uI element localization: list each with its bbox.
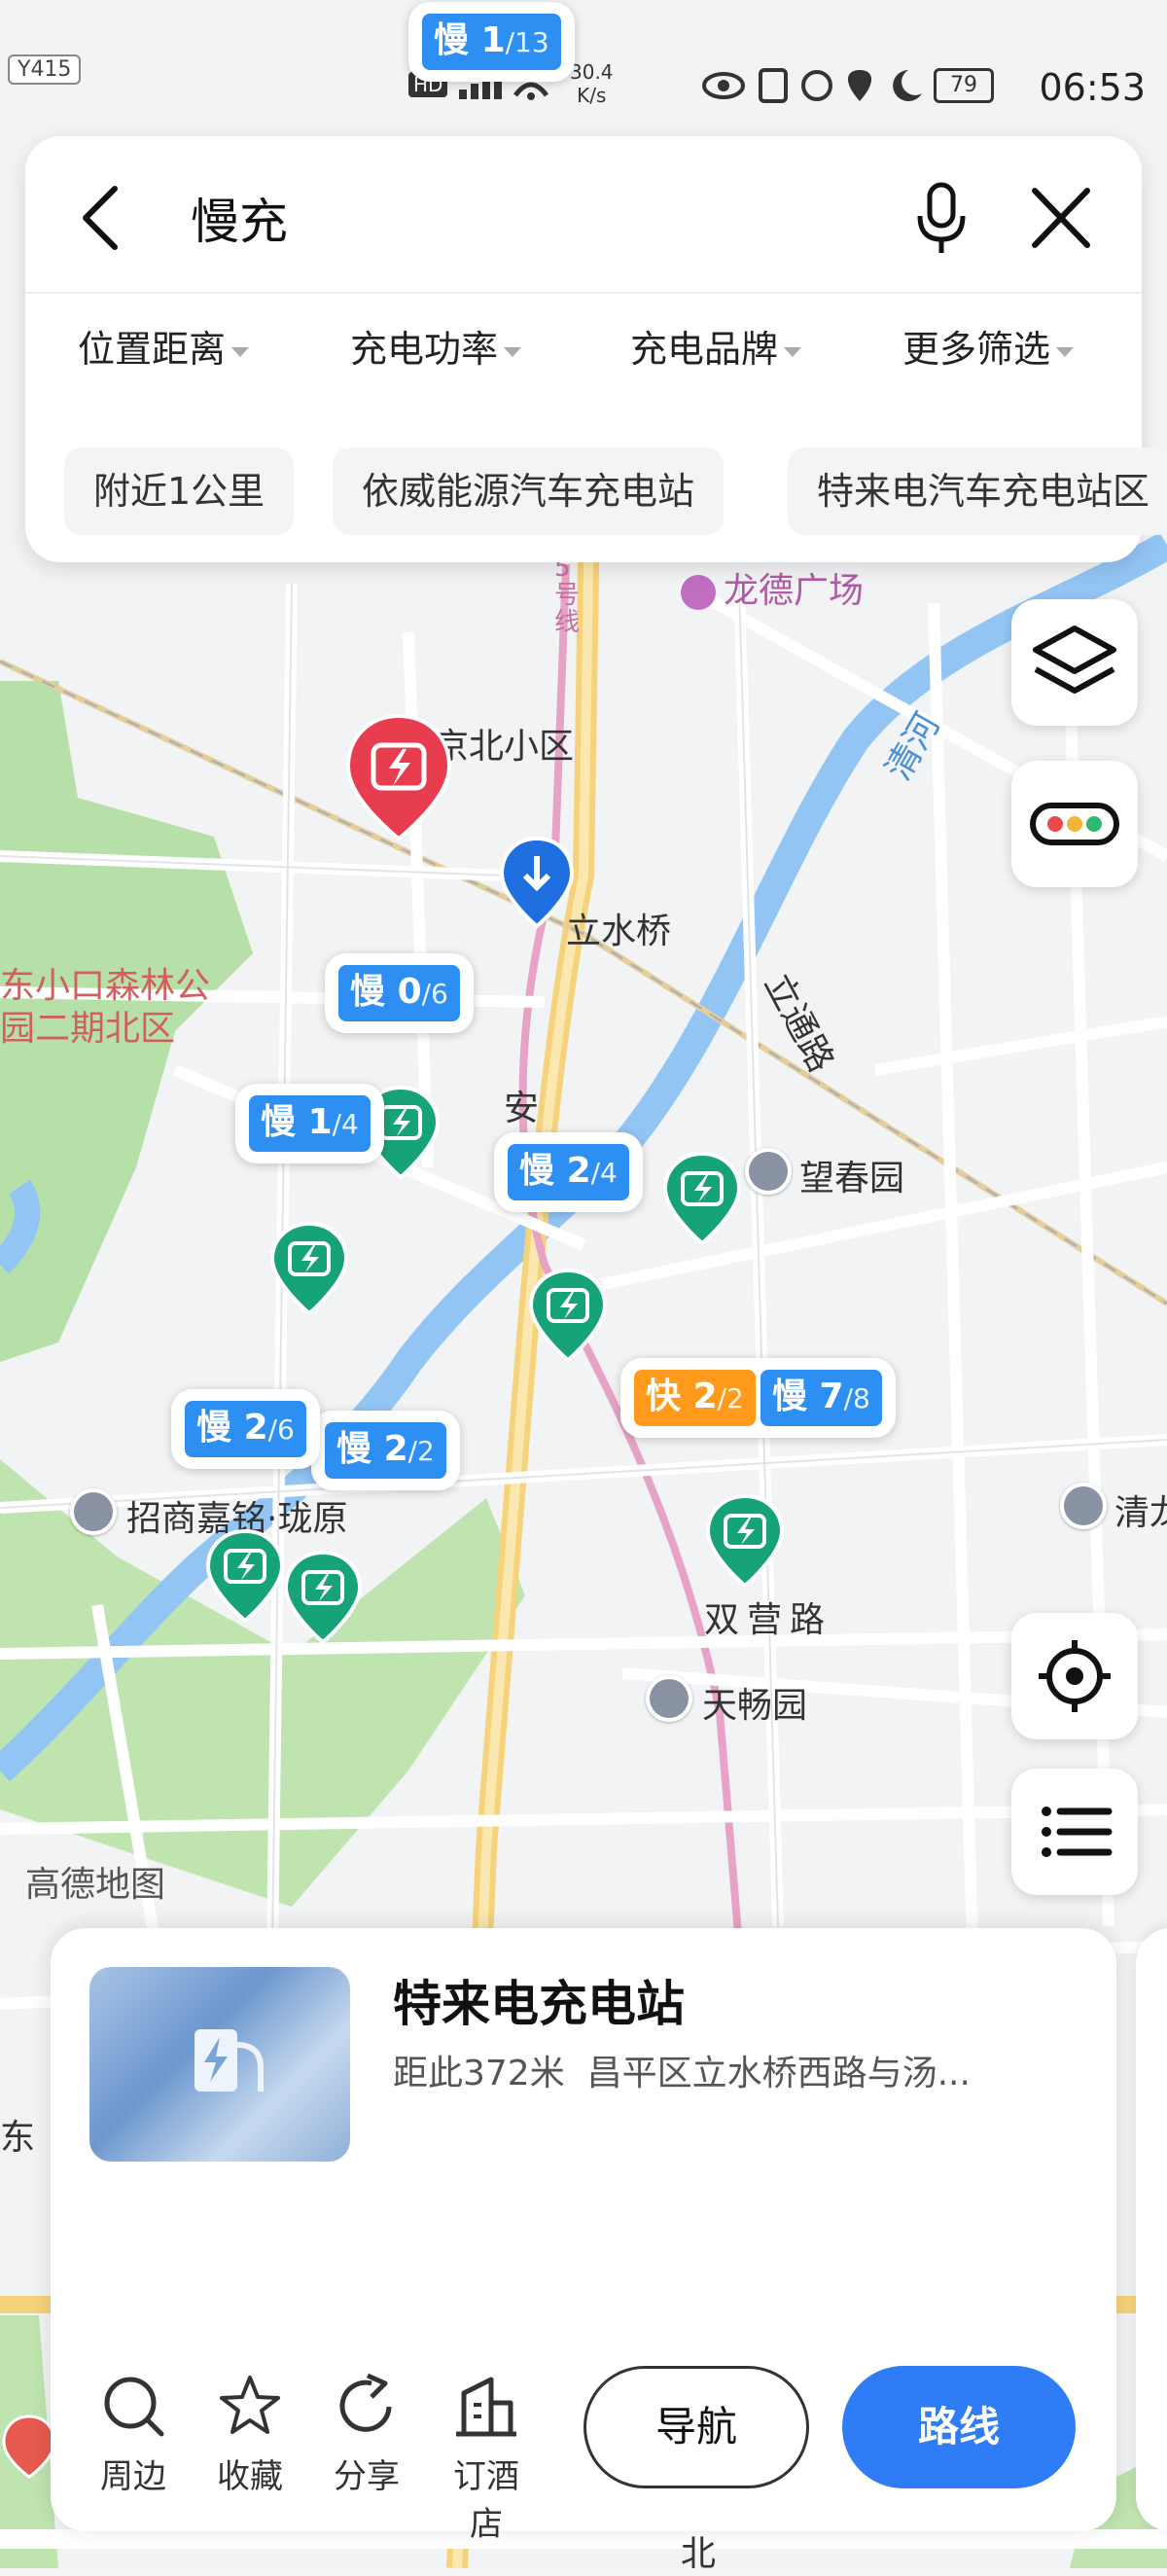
filter-charging-brand[interactable]: 充电品牌	[630, 319, 802, 373]
status-bar: HD 30.4 K/s 79 06:53 Y415	[0, 0, 1167, 146]
chevron-down-icon	[231, 346, 250, 357]
battery-indicator: 79	[934, 68, 994, 103]
slow-charge-tag: 慢 2/2	[325, 1422, 446, 1479]
list-view-button[interactable]	[1011, 1769, 1138, 1895]
station-callout[interactable]: 快 2/2 慢 7/8	[620, 1358, 896, 1438]
hotel-icon	[456, 2377, 516, 2437]
poi-icon	[745, 1148, 792, 1195]
chevron-down-icon	[1056, 346, 1075, 357]
next-card-peek[interactable]	[1136, 1928, 1167, 2531]
layers-icon	[1033, 626, 1116, 694]
map-label-dong: 东	[0, 2118, 36, 2158]
charging-station-pin[interactable]	[268, 1220, 350, 1317]
charger-icon	[194, 2029, 264, 2092]
map-label-longde: 龙德广场	[681, 562, 864, 613]
slow-charge-tag: 慢 7/8	[760, 1370, 882, 1426]
close-icon[interactable]	[1027, 179, 1095, 257]
navigate-button[interactable]: 导航	[584, 2366, 809, 2488]
poi-icon	[1060, 1483, 1107, 1529]
road-badge: Y415	[8, 54, 82, 85]
back-icon[interactable]	[72, 179, 130, 257]
hotel-poi-icon	[2, 2415, 56, 2479]
favorite-button[interactable]: 收藏	[206, 2372, 294, 2497]
current-location-marker[interactable]	[498, 833, 576, 930]
locate-icon	[1039, 1640, 1111, 1712]
poi-icon	[646, 1675, 692, 1722]
map-label-tianchang: 天畅园	[702, 1686, 808, 1726]
search-panel: 慢充 位置距离 充电功率 充电品牌 更多筛选 附近1公里 依威能源汽车充电站 特…	[25, 136, 1167, 562]
slow-charge-tag: 慢 2/6	[185, 1401, 306, 1457]
station-callout[interactable]: 慢 2/4	[494, 1132, 643, 1212]
map-label-bei: 北	[681, 2534, 717, 2574]
map-label-an: 安	[504, 1089, 540, 1128]
chip-yiwei-station[interactable]: 依威能源汽车充电站	[333, 447, 725, 535]
charging-station-pin[interactable]	[661, 1150, 743, 1247]
nearby-button[interactable]: 周边	[89, 2372, 177, 2497]
station-callout[interactable]: 慢 1/4	[235, 1084, 384, 1163]
list-icon	[1042, 1807, 1113, 1857]
layers-button[interactable]	[1011, 599, 1138, 726]
map-label-wangchun: 望春园	[799, 1159, 905, 1199]
station-name: 特来电充电站	[393, 1976, 685, 2032]
slow-charge-tag: 慢 1/4	[249, 1095, 371, 1152]
slow-charge-tag: 慢 2/4	[508, 1144, 629, 1200]
station-callout[interactable]: 慢 2/6	[171, 1389, 320, 1469]
chip-teld-station[interactable]: 特来电汽车充电站区	[788, 447, 1167, 535]
map-label-lishuiqiao: 立水桥	[566, 912, 672, 951]
map-label-shuangying: 双营路	[704, 1600, 833, 1640]
map-label-line5: 5号线	[554, 554, 581, 637]
star-icon	[220, 2376, 280, 2434]
station-detail-card[interactable]: 特来电充电站 距此372米 昌平区立水桥西路与汤... 周边 收藏 分享 订酒店…	[51, 1928, 1116, 2544]
charging-station-pin[interactable]	[704, 1492, 786, 1590]
network-speed: 30.4 K/s	[570, 60, 614, 107]
traffic-icon	[1030, 803, 1119, 845]
traffic-button[interactable]	[1011, 761, 1138, 887]
book-hotel-button[interactable]: 订酒店	[438, 2372, 535, 2545]
route-button[interactable]: 路线	[842, 2366, 1076, 2488]
map-label-forest-park: 东小口森林公 园二期北区	[0, 966, 211, 1049]
station-callout[interactable]: 慢 0/6	[325, 953, 474, 1033]
station-photo	[89, 1967, 350, 2162]
chevron-down-icon	[504, 346, 522, 357]
chip-nearby-1km[interactable]: 附近1公里	[64, 447, 295, 535]
search-query[interactable]: 慢充	[191, 183, 288, 253]
search-icon	[104, 2377, 164, 2437]
charging-station-pin[interactable]	[282, 1549, 364, 1646]
filter-more[interactable]: 更多筛选	[902, 319, 1075, 373]
locate-button[interactable]	[1011, 1613, 1138, 1739]
fast-charge-tag: 快 2/2	[634, 1370, 756, 1426]
microphone-icon[interactable]	[912, 179, 971, 257]
station-description: 距此372米 昌平区立水桥西路与汤...	[393, 2054, 971, 2093]
divider	[25, 292, 1142, 294]
charging-station-pin[interactable]	[527, 1267, 609, 1364]
slow-charge-tag: 慢 0/6	[338, 965, 460, 1021]
map-label-qing-right: 清龙	[1114, 1493, 1167, 1533]
poi-icon	[70, 1488, 117, 1535]
filter-location-distance[interactable]: 位置距离	[78, 319, 250, 373]
status-icons	[702, 68, 922, 103]
share-icon	[339, 2373, 392, 2432]
clock: 06:53	[1039, 66, 1146, 109]
station-callout[interactable]: 慢 2/2	[311, 1411, 460, 1490]
charging-station-pin[interactable]	[204, 1527, 286, 1625]
chevron-down-icon	[784, 346, 802, 357]
map-logo-gaode: 高德地图	[25, 1865, 166, 1905]
share-button[interactable]: 分享	[323, 2372, 410, 2497]
station-callout[interactable]: 慢 1/13	[408, 2, 575, 82]
selected-station-pin[interactable]	[342, 710, 455, 842]
filter-charging-power[interactable]: 充电功率	[350, 319, 522, 373]
slow-charge-tag: 慢 1/13	[422, 14, 561, 70]
